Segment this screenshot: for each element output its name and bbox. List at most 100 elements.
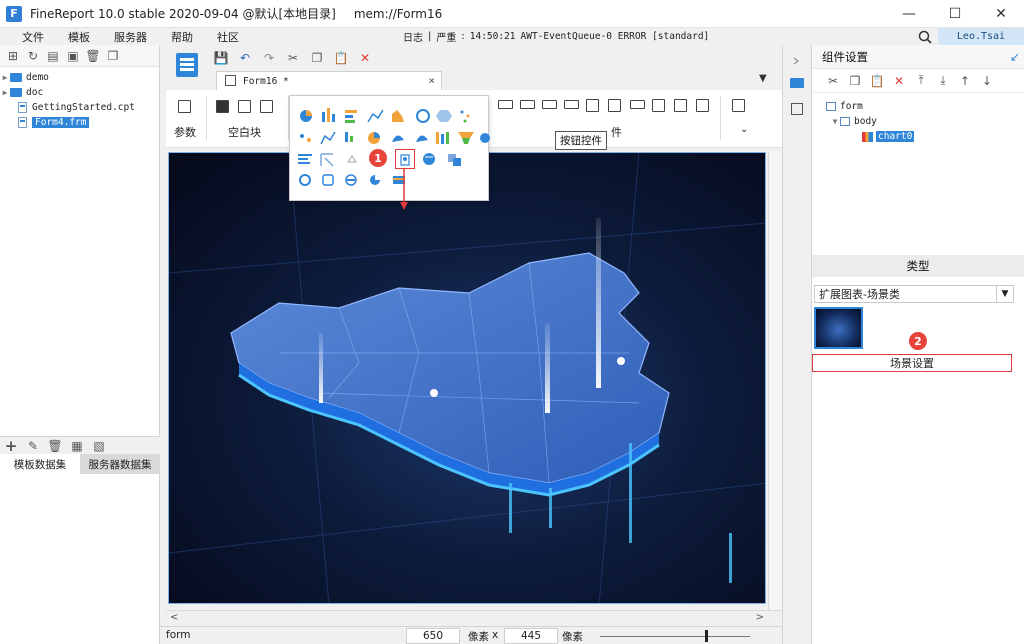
menu-community[interactable]: 社区 <box>205 29 251 45</box>
width-input[interactable]: 650 <box>406 628 460 644</box>
width-unit: 像素 <box>468 631 489 643</box>
body-node-icon <box>840 117 850 126</box>
lock-icon[interactable]: ▣ <box>66 49 80 63</box>
checkbox-widget-icon[interactable] <box>674 99 687 112</box>
absolute-layout-icon[interactable] <box>216 100 229 113</box>
component-node-chart0[interactable]: chart0 <box>826 129 1024 144</box>
tree-item-label: doc <box>26 87 44 98</box>
canvas-horizontal-scrollbar[interactable]: < > <box>166 610 782 626</box>
redo-icon[interactable]: ↷ <box>262 51 276 65</box>
collapse-caret-icon[interactable]: ▼ <box>830 117 840 126</box>
expand-ribbon-icon[interactable]: ⌄ <box>740 124 748 135</box>
design-canvas[interactable] <box>168 152 766 604</box>
password-widget-icon[interactable] <box>630 100 645 109</box>
preview-dataset-icon[interactable]: ▦ <box>70 439 84 453</box>
cut-icon[interactable]: ✂ <box>826 74 840 88</box>
expand-caret-icon[interactable]: ▶ <box>0 73 10 82</box>
component-settings-header: 组件设置 ↙ <box>812 45 1024 69</box>
tree-item-gettingstarted[interactable]: GettingStarted.cpt <box>0 100 159 115</box>
scene-settings-button[interactable]: 场景设置 <box>812 354 1012 372</box>
log-level: 严重 <box>436 33 457 44</box>
date-widget-icon[interactable] <box>586 99 599 112</box>
copy-icon[interactable]: ❐ <box>106 49 120 63</box>
table-widget-icon[interactable] <box>608 99 621 112</box>
chart-type-select[interactable]: 扩展图表-场景类 ▼ <box>814 285 1014 303</box>
dataset-tabs: 模板数据集 服务器数据集 <box>0 454 160 474</box>
tree-item-demo[interactable]: ▶ demo <box>0 70 159 85</box>
open-icon[interactable]: ▤ <box>46 49 60 63</box>
zoom-slider[interactable] <box>600 636 750 637</box>
menu-template[interactable]: 模板 <box>56 29 102 45</box>
user-account[interactable]: Leo.Tsai <box>938 28 1024 45</box>
tab-template-dataset[interactable]: 模板数据集 <box>0 454 80 474</box>
collapse-icon[interactable] <box>789 55 805 65</box>
copy-icon[interactable]: ❐ <box>848 74 862 88</box>
delete-icon[interactable]: ✕ <box>358 51 372 65</box>
menu-file[interactable]: 文件 <box>10 29 56 45</box>
zoom-slider-handle[interactable] <box>705 630 708 642</box>
expand-caret-icon[interactable]: ▶ <box>0 88 10 97</box>
delete-icon[interactable]: ✕ <box>892 74 906 88</box>
undo-icon[interactable]: ↶ <box>238 51 252 65</box>
tab-form16[interactable]: Form16 * × <box>216 71 442 90</box>
chevron-down-icon[interactable]: ▼ <box>996 286 1013 302</box>
scene-chart-type-option[interactable] <box>395 149 415 169</box>
tab-list-icon[interactable]: ▼ <box>759 73 767 84</box>
split-layout-icon[interactable] <box>260 100 273 113</box>
dataset-list <box>0 474 160 644</box>
ribbon-divider <box>720 96 721 140</box>
paste-icon[interactable]: 📋 <box>870 74 885 88</box>
delete-dataset-icon[interactable]: 🗑 <box>47 439 62 453</box>
radio-widget-icon[interactable] <box>696 99 709 112</box>
tree-item-doc[interactable]: ▶ doc <box>0 85 159 100</box>
dataset-settings-icon[interactable]: ▧ <box>92 439 106 453</box>
maximize-button[interactable]: ☐ <box>932 0 978 28</box>
button-widget-icon[interactable] <box>498 100 513 109</box>
list-widget-icon[interactable] <box>652 99 665 112</box>
close-tab-icon[interactable]: × <box>428 74 435 87</box>
cut-icon[interactable]: ✂ <box>286 51 300 65</box>
form-design-icon[interactable] <box>176 53 198 77</box>
tab-layout-icon[interactable] <box>238 100 251 113</box>
widget-library-icon[interactable] <box>791 103 803 115</box>
add-dataset-icon[interactable]: + <box>4 437 18 455</box>
minimize-button[interactable]: — <box>886 0 932 28</box>
pin-icon[interactable]: ↙ <box>1010 50 1020 64</box>
dropdown-widget-icon[interactable] <box>564 100 579 109</box>
paste-icon[interactable]: 📋 <box>334 51 349 65</box>
menu-server[interactable]: 服务器 <box>102 29 159 45</box>
move-down-icon[interactable]: ↓ <box>980 74 994 88</box>
text-widget-icon[interactable] <box>520 100 535 109</box>
canvas-vertical-scrollbar[interactable] <box>768 152 782 610</box>
component-settings-icon[interactable] <box>790 78 804 88</box>
refresh-icon[interactable]: ↻ <box>26 49 40 63</box>
controls-label: 件 <box>611 126 622 139</box>
tab-server-dataset[interactable]: 服务器数据集 <box>80 454 160 474</box>
parameter-icon[interactable] <box>178 100 191 113</box>
move-bottom-icon[interactable]: ⤓ <box>936 73 950 88</box>
scroll-right-icon[interactable]: > <box>756 612 764 623</box>
move-top-icon[interactable]: ⤒ <box>914 73 928 88</box>
search-icon[interactable] <box>916 28 934 45</box>
copy-icon[interactable]: ❐ <box>310 51 324 65</box>
component-node-body[interactable]: ▼ body <box>826 114 1024 129</box>
china-map-scene <box>169 153 765 603</box>
step-badge-2: 2 <box>909 332 927 350</box>
log-status[interactable]: 日志 | 严重 : 14:50:21 AWT-EventQueue-0 ERRO… <box>403 28 709 45</box>
edit-dataset-icon[interactable]: ✎ <box>26 439 40 453</box>
tree-item-form4[interactable]: Form4.frm <box>0 115 159 130</box>
component-node-form[interactable]: form <box>826 99 1024 114</box>
close-window-button[interactable]: ✕ <box>978 0 1024 28</box>
menu-help[interactable]: 帮助 <box>159 29 205 45</box>
move-up-icon[interactable]: ↑ <box>958 74 972 88</box>
preview-widget-icon[interactable] <box>732 99 745 112</box>
parameter-label: 参数 <box>174 126 196 139</box>
scroll-left-icon[interactable]: < <box>170 612 178 623</box>
save-icon[interactable]: 💾 <box>214 51 229 65</box>
node-label: form <box>840 101 863 112</box>
new-folder-icon[interactable]: ⊞ <box>6 49 20 63</box>
height-input[interactable]: 445 <box>504 628 558 644</box>
scene-chart-thumbnail[interactable] <box>814 307 863 349</box>
delete-icon[interactable]: 🗑 <box>85 49 100 63</box>
number-widget-icon[interactable] <box>542 100 557 109</box>
